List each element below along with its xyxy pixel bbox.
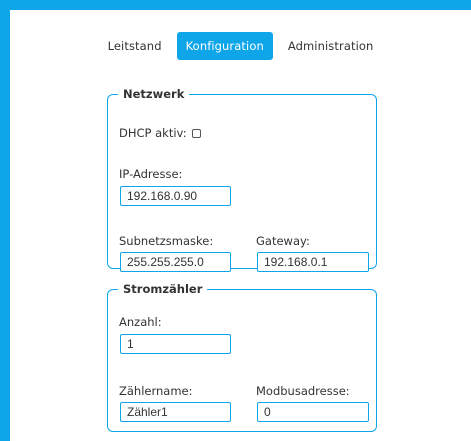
top-nav: Leitstand Konfiguration Administration (10, 32, 471, 60)
meter-count-input[interactable] (120, 334, 231, 354)
page-container: Leitstand Konfiguration Administration N… (10, 10, 471, 441)
tab-administration[interactable]: Administration (279, 32, 383, 60)
ip-label: IP-Adresse: (119, 167, 183, 181)
dhcp-checkbox[interactable] (192, 129, 201, 138)
count-label: Anzahl: (119, 315, 162, 329)
modbus-label: Modbusadresse: (256, 384, 350, 398)
subnet-mask-input[interactable] (120, 252, 231, 272)
meter-legend: Stromzähler (123, 282, 203, 296)
meter-fieldset: Stromzähler Anzahl: Zählername: Modbusad… (107, 282, 377, 432)
modbus-address-input[interactable] (257, 402, 369, 422)
dhcp-label: DHCP aktiv: (119, 126, 187, 140)
subnet-label: Subnetzsmaske: (119, 234, 214, 248)
gateway-label: Gateway: (256, 234, 310, 248)
meter-name-input[interactable] (120, 402, 231, 422)
network-legend: Netzwerk (123, 87, 185, 101)
ip-address-input[interactable] (120, 186, 231, 206)
meter-name-label: Zählername: (119, 384, 193, 398)
tab-leitstand[interactable]: Leitstand (99, 32, 171, 60)
network-fieldset: Netzwerk DHCP aktiv: IP-Adresse: Subnetz… (107, 87, 377, 272)
tab-konfiguration[interactable]: Konfiguration (176, 32, 273, 60)
gateway-input[interactable] (257, 252, 369, 272)
